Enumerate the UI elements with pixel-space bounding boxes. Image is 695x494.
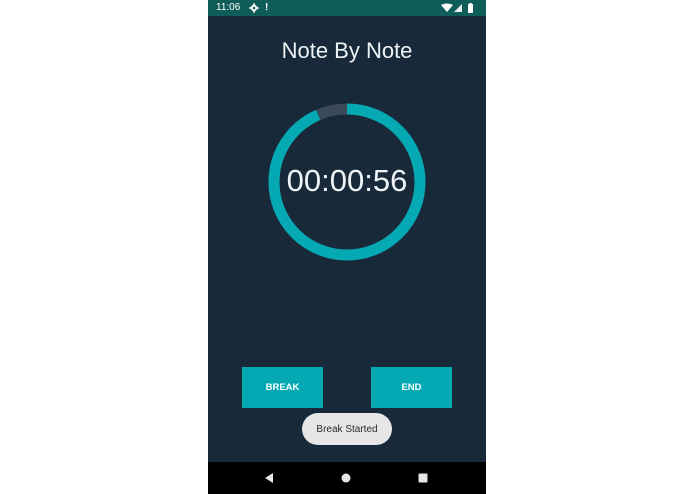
wifi-icon [441, 3, 453, 12]
app-screen: 11:06 ! Note By Note 00:00:56 BREAK END … [208, 0, 486, 494]
break-button[interactable]: BREAK [242, 367, 323, 408]
toast-message: Break Started [302, 413, 392, 445]
back-icon[interactable] [263, 472, 275, 484]
app-title: Note By Note [281, 38, 413, 63]
end-button[interactable]: END [371, 367, 452, 408]
navigation-bar [208, 462, 486, 494]
battery-icon [468, 4, 473, 13]
timer-display: 00:00:56 [286, 163, 408, 198]
recents-icon[interactable] [418, 473, 428, 483]
status-system-icons [441, 3, 473, 13]
signal-icon [454, 4, 462, 12]
gear-icon [249, 3, 259, 13]
alert-icon: ! [265, 2, 269, 13]
status-bar: 11:06 ! [208, 0, 486, 16]
home-icon[interactable] [341, 473, 351, 483]
status-time: 11:06 [216, 2, 241, 13]
